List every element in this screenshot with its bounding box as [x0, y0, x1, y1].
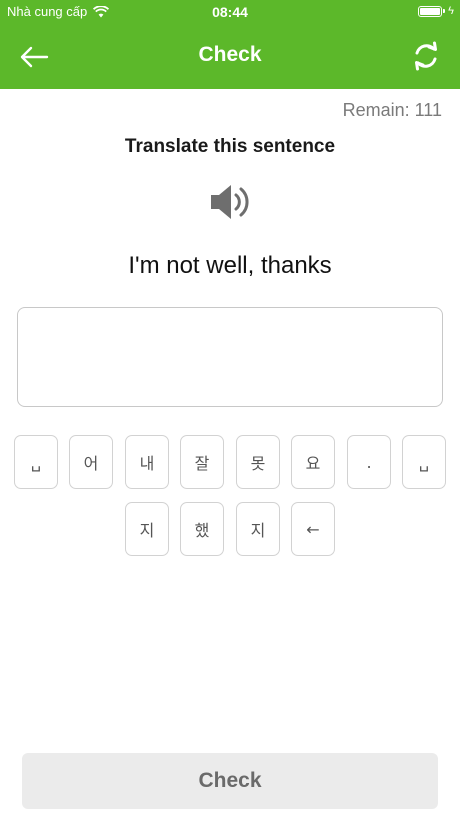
word-key[interactable]: 요 [291, 435, 335, 489]
speaker-icon [211, 185, 249, 219]
word-key[interactable]: 지 [236, 502, 280, 556]
backspace-key[interactable]: ← [291, 502, 335, 556]
instruction-text: Translate this sentence [124, 136, 336, 157]
word-key[interactable]: 지 [125, 502, 169, 556]
check-button[interactable]: Check [22, 753, 438, 809]
word-key[interactable]: 했 [180, 502, 224, 556]
word-key-period[interactable]: . [347, 435, 391, 489]
battery-icon [418, 5, 443, 17]
page-title: Check [198, 43, 262, 66]
word-key-space[interactable]: ␣ [14, 435, 58, 489]
word-key[interactable]: 잘 [180, 435, 224, 489]
remaining-count: Remain: 111 [342, 100, 442, 120]
nav-bar: Check [0, 24, 460, 89]
battery-indicator: ϟ [418, 5, 454, 17]
refresh-button[interactable] [408, 38, 444, 74]
charging-bolt-icon: ϟ [448, 5, 454, 17]
battery-tip [443, 9, 446, 13]
answer-input[interactable] [17, 307, 443, 407]
word-key-space[interactable]: ␣ [402, 435, 446, 489]
refresh-icon [415, 41, 437, 71]
word-key[interactable]: 내 [125, 435, 169, 489]
word-key[interactable]: 못 [236, 435, 280, 489]
screen: Nhà cung cấp 08:44 ϟ Check Remain: 111 T… [0, 0, 460, 818]
battery-fill [420, 7, 441, 15]
status-bar: Nhà cung cấp 08:44 ϟ [0, 0, 460, 24]
source-sentence: I'm not well, thanks [128, 252, 332, 279]
clock: 08:44 [212, 4, 248, 20]
word-key[interactable]: 어 [69, 435, 113, 489]
play-audio-button[interactable] [208, 180, 252, 224]
